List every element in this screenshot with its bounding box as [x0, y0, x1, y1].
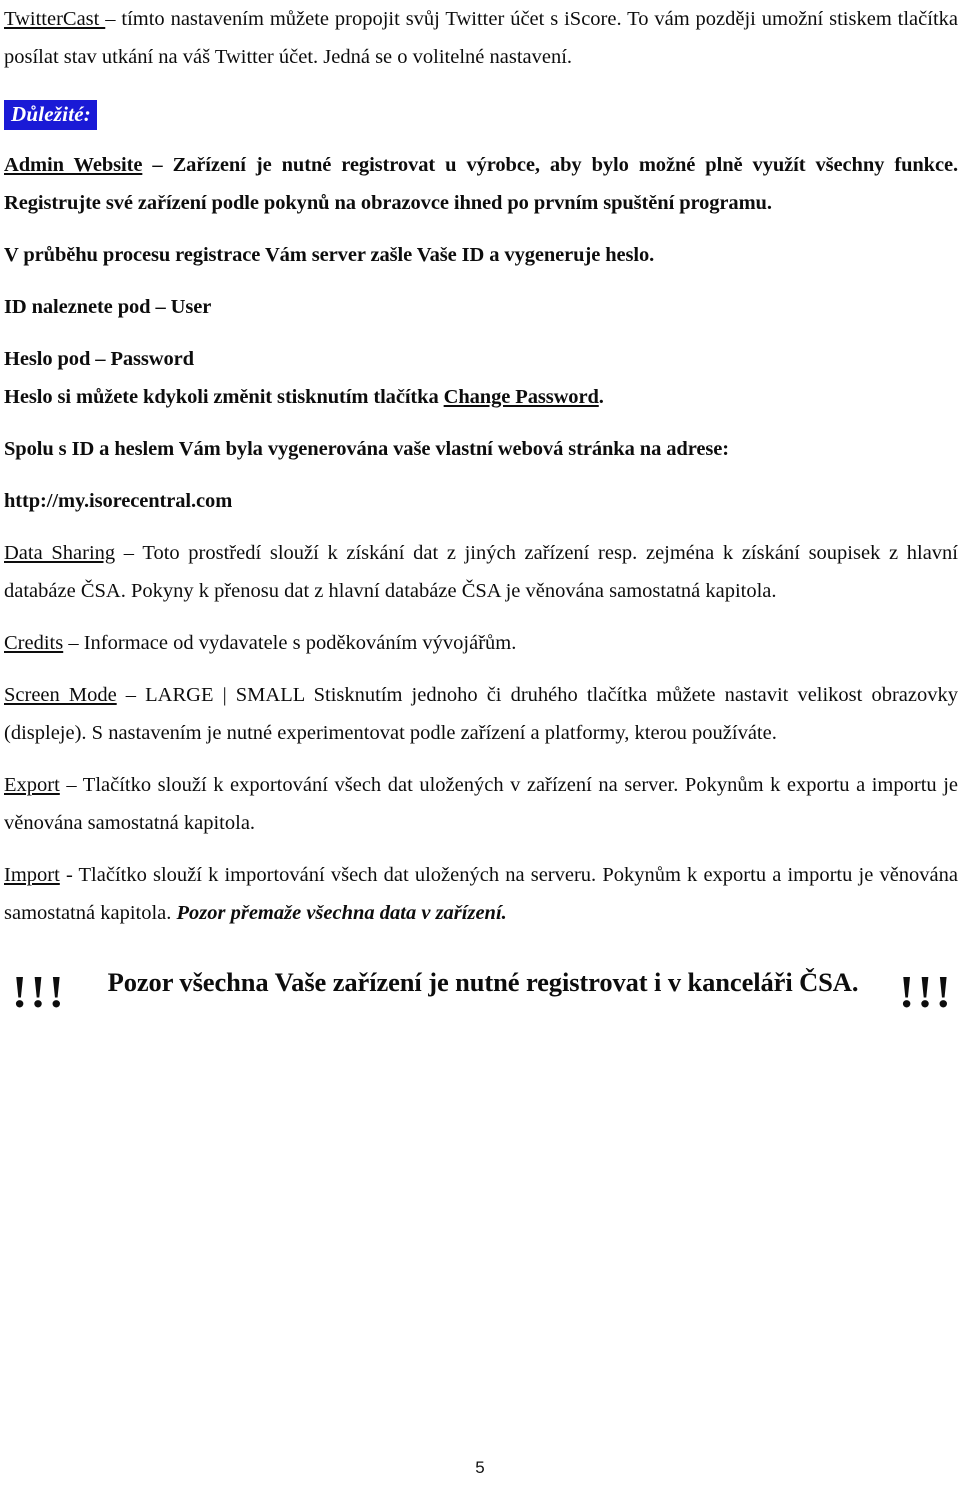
change-password-suffix: .	[598, 386, 604, 408]
paragraph-import: Import - Tlačítko slouží k importování v…	[4, 856, 958, 932]
paragraph-screen-mode-body: – LARGE | SMALL Stisknutím jednoho či dr…	[4, 684, 958, 744]
paragraph-twittercast: TwitterCast – tímto nastavením můžete pr…	[4, 0, 958, 76]
paragraph-admin-website-body: – Zařízení je nutné registrovat u výrobc…	[4, 154, 958, 214]
page-number: 5	[475, 1458, 485, 1477]
paragraph-id-line: ID naleznete pod – User	[4, 296, 212, 318]
important-notice-badge: Důležité:	[4, 100, 97, 130]
term-twittercast: TwitterCast	[4, 8, 106, 30]
term-admin-website: Admin Website	[4, 154, 143, 176]
paragraph-data-sharing: Data Sharing – Toto prostředí slouží k z…	[4, 534, 958, 610]
paragraph-change-password: Heslo si můžete kdykoli změnit stisknutí…	[4, 378, 958, 416]
term-import: Import	[4, 864, 60, 886]
paragraph-credits: Credits – Informace od vydavatele s podě…	[4, 624, 958, 662]
paragraph-data-sharing-body: – Toto prostředí slouží k získání dat z …	[4, 542, 958, 602]
exclamation-left-icon: !!!	[12, 966, 67, 1017]
paragraph-registration-process: V průběhu procesu registrace Vám server …	[4, 244, 655, 266]
exclamation-right-icon: !!!	[899, 966, 954, 1017]
paragraph-twittercast-body: – tímto nastavením můžete propojit svůj …	[4, 8, 958, 68]
paragraph-own-page: Spolu s ID a heslem Vám byla vygenerován…	[4, 438, 729, 460]
change-password-prefix: Heslo si můžete kdykoli změnit stisknutí…	[4, 386, 444, 408]
paragraph-import-emphasis: Pozor přemaže všechna data v zařízení.	[176, 902, 507, 924]
important-notice-line: Důležité:	[4, 98, 958, 132]
link-change-password: Change Password	[443, 386, 599, 408]
paragraph-export: Export – Tlačítko slouží k exportování v…	[4, 766, 958, 842]
paragraph-credits-body: – Informace od vydavatele s poděkováním …	[63, 632, 517, 654]
term-credits: Credits	[4, 632, 64, 654]
final-warning-text: Pozor všechna Vaše zařízení je nutné reg…	[107, 967, 859, 997]
final-warning-block: !!! Pozor všechna Vaše zařízení je nutné…	[4, 962, 958, 1016]
document-page: TwitterCast – tímto nastavením můžete pr…	[0, 0, 960, 1506]
paragraph-screen-mode: Screen Mode – LARGE | SMALL Stisknutím j…	[4, 676, 958, 752]
paragraph-password-line: Heslo pod – Password	[4, 348, 194, 370]
term-data-sharing: Data Sharing	[4, 542, 116, 564]
document-body: TwitterCast – tímto nastavením můžete pr…	[4, 0, 958, 1016]
term-export: Export	[4, 774, 60, 796]
paragraph-admin-website: Admin Website – Zařízení je nutné regist…	[4, 146, 958, 222]
paragraph-export-body: – Tlačítko slouží k exportování všech da…	[4, 774, 958, 834]
term-screen-mode: Screen Mode	[4, 684, 117, 706]
paragraph-url: http://my.isorecentral.com	[4, 490, 233, 512]
